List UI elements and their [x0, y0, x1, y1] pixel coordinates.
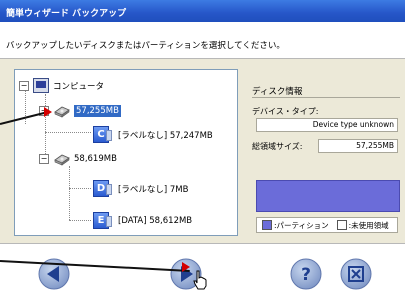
tree-item-computer[interactable]: − コンピュータ: [19, 78, 104, 93]
disk-legend: :パーティション :未使用領域: [256, 217, 398, 233]
legend-partition-label: :パーティション: [274, 220, 329, 230]
tree-item-partition-d[interactable]: D [ラベルなし] 7MB: [93, 180, 188, 197]
annotation-arrowhead-next: [182, 262, 190, 272]
collapse-toggle-icon[interactable]: −: [39, 154, 49, 164]
divider: [252, 97, 400, 98]
partition-d-label: [ラベルなし] 7MB: [118, 184, 189, 195]
disk2-label: 58,619MB: [74, 154, 117, 164]
help-icon: ?: [290, 258, 322, 290]
tree-item-partition-c[interactable]: C [ラベルなし] 57,247MB: [93, 126, 213, 143]
svg-text:?: ?: [301, 265, 311, 285]
partition-d-icon: D: [93, 180, 112, 197]
instruction-text: バックアップしたいディスクまたはパーティションを選択してください。: [6, 41, 285, 51]
total-size-value: 57,255MB: [318, 139, 398, 153]
tree-connector: [69, 188, 91, 189]
legend-unused-label: :未使用領域: [348, 220, 389, 230]
unused-swatch: [336, 220, 347, 230]
partition-e-label: [DATA] 58,612MB: [118, 215, 193, 226]
disk-tree[interactable]: − コンピュータ − 57,255MB C [ラベルなし] 57,247MB −…: [14, 69, 238, 236]
partition-c-label: [ラベルなし] 57,247MB: [118, 130, 213, 141]
annotation-arrowhead-disk: [44, 107, 52, 117]
partition-c-icon: C: [93, 126, 112, 143]
tree-item-partition-e[interactable]: E [DATA] 58,612MB: [93, 212, 192, 229]
close-button[interactable]: [340, 258, 372, 290]
partition-e-icon: E: [93, 212, 112, 229]
help-button[interactable]: ?: [290, 258, 322, 290]
close-icon: [340, 258, 372, 290]
hard-disk-icon: [53, 104, 71, 118]
hand-cursor-icon: [193, 270, 207, 290]
tree-item-disk2[interactable]: − 58,619MB: [39, 152, 117, 166]
device-type-label: デバイス・タイプ:: [252, 107, 319, 116]
collapse-toggle-icon[interactable]: −: [19, 80, 29, 91]
disk-info-title: ディスク情報: [252, 87, 303, 97]
title-bar: 簡単ウィザード バックアップ: [0, 0, 405, 22]
tree-connector: [69, 220, 91, 221]
divider: [0, 243, 405, 244]
computer-icon: [33, 78, 49, 93]
window-title: 簡単ウィザード バックアップ: [6, 9, 127, 19]
hard-disk-icon: [53, 152, 71, 166]
disk-usage-bar: [256, 180, 400, 212]
tree-connector: [45, 132, 91, 133]
computer-label: コンピュータ: [53, 81, 105, 92]
tree-connector: [69, 166, 70, 220]
partition-swatch: [262, 220, 272, 230]
disk1-label: 57,255MB: [74, 105, 121, 117]
device-type-value: Device type unknown: [256, 118, 398, 132]
total-size-label: 総領域サイズ:: [252, 142, 303, 151]
annotation-arrow-next: [0, 260, 190, 272]
